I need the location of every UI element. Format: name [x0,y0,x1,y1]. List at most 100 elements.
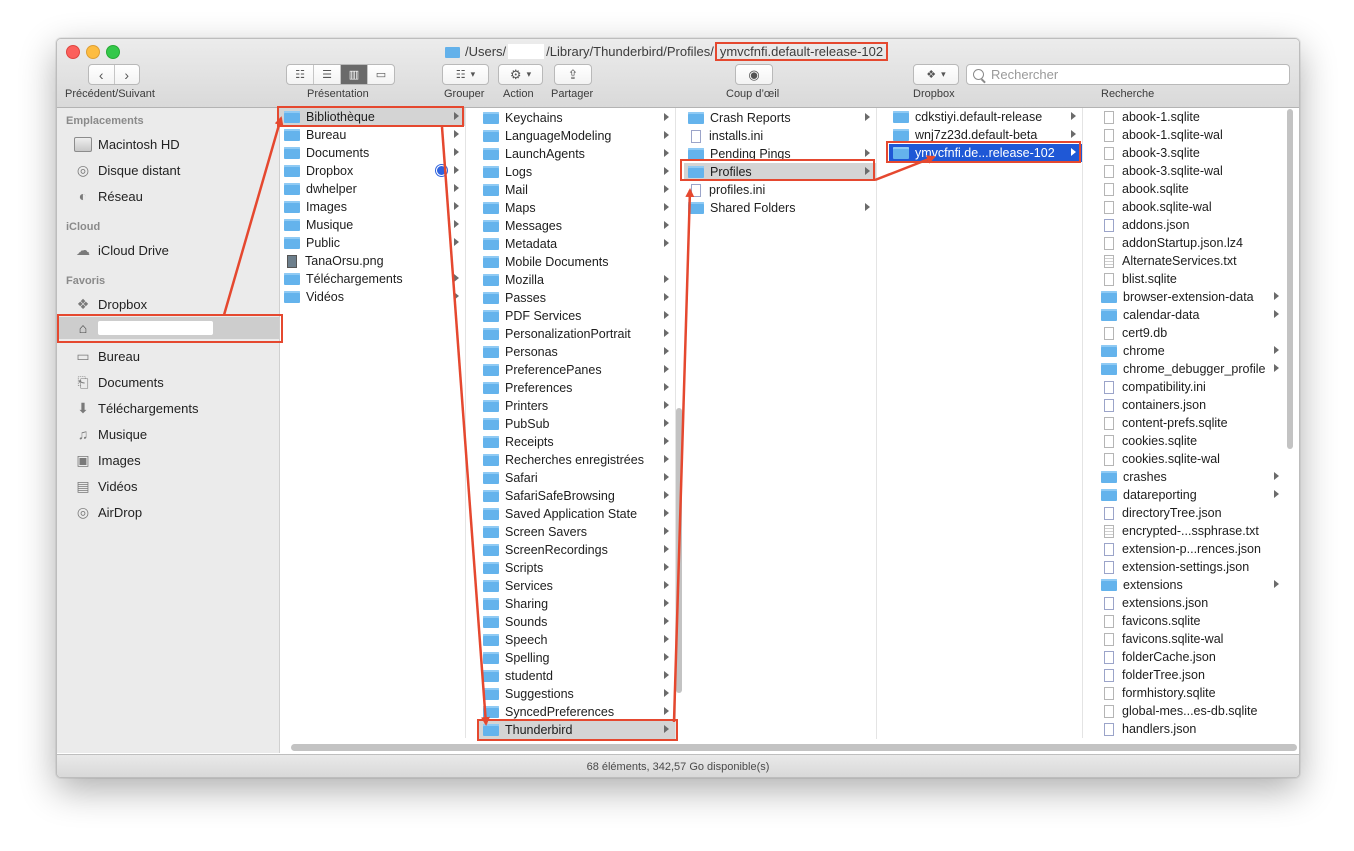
list-item[interactable]: favicons.sqlite-wal [1097,630,1285,648]
list-item[interactable]: PubSub [479,415,675,433]
column-scrollbar[interactable] [676,408,682,693]
horizontal-scrollbar[interactable] [291,744,1297,751]
dropbox-button[interactable]: ❖ ▾ [913,64,959,85]
list-item[interactable]: SafariSafeBrowsing [479,487,675,505]
chevron-right-icon[interactable]: › [115,65,140,84]
list-item[interactable]: Documents [280,144,465,162]
list-item[interactable]: Maps [479,199,675,217]
list-item[interactable]: favicons.sqlite [1097,612,1285,630]
list-item[interactable]: extensions [1097,576,1285,594]
list-item[interactable]: Metadata [479,235,675,253]
sidebar-item-remote-disc[interactable]: ◎ Disque distant [57,159,279,181]
list-item[interactable]: dwhelper [280,180,465,198]
list-item[interactable]: encrypted-...ssphrase.txt [1097,522,1285,540]
list-item[interactable]: Recherches enregistrées [479,451,675,469]
list-item[interactable]: Sharing [479,595,675,613]
sidebar-item-downloads[interactable]: ⬇ Téléchargements [57,397,279,419]
list-item[interactable]: handlers.json [1097,720,1285,738]
list-item[interactable]: cookies.sqlite [1097,432,1285,450]
list-view-icon[interactable]: ☰ [314,65,341,84]
list-item[interactable]: Mail [479,181,675,199]
list-item[interactable]: PersonalizationPortrait [479,325,675,343]
zoom-window-button[interactable] [106,45,120,59]
sidebar-item-images[interactable]: ▣ Images [57,449,279,471]
group-button[interactable]: ☷ ▾ [442,64,489,85]
list-item[interactable]: extension-p...rences.json [1097,540,1285,558]
list-item[interactable]: Screen Savers [479,523,675,541]
list-item[interactable]: Preferences [479,379,675,397]
close-window-button[interactable] [66,45,80,59]
column-scrollbar[interactable] [1287,109,1293,449]
sidebar-item-icloud-drive[interactable]: ☁ iCloud Drive [57,239,279,261]
list-item[interactable]: abook.sqlite [1097,180,1285,198]
list-item[interactable]: datareporting [1097,486,1285,504]
list-item[interactable]: Logs [479,163,675,181]
list-item[interactable]: Mobile Documents [479,253,675,271]
list-item[interactable]: Saved Application State [479,505,675,523]
sidebar-item-network[interactable]: ◐ Réseau [57,185,279,207]
list-item[interactable]: Images [280,198,465,216]
list-item[interactable]: addonStartup.json.lz4 [1097,234,1285,252]
list-item[interactable]: Personas [479,343,675,361]
list-item[interactable]: cookies.sqlite-wal [1097,450,1285,468]
list-item[interactable]: extensions.json [1097,594,1285,612]
list-item[interactable]: chrome_debugger_profile [1097,360,1285,378]
list-item[interactable]: Bureau [280,126,465,144]
list-item[interactable]: addons.json [1097,216,1285,234]
action-button[interactable]: ⚙ ▾ [498,64,543,85]
search-field[interactable]: Rechercher [966,64,1290,85]
gallery-view-icon[interactable]: ▭ [368,65,394,84]
list-item[interactable]: Passes [479,289,675,307]
sidebar-item-dropbox[interactable]: ❖ Dropbox [57,293,279,315]
list-item[interactable]: Speech [479,631,675,649]
list-item[interactable]: browser-extension-data [1097,288,1285,306]
list-item[interactable]: blist.sqlite [1097,270,1285,288]
icon-view-icon[interactable]: ☷ [287,65,314,84]
list-item[interactable]: ScreenRecordings [479,541,675,559]
list-item[interactable]: Sounds [479,613,675,631]
list-item[interactable]: compatibility.ini [1097,378,1285,396]
sidebar-item-music[interactable]: ♫ Musique [57,423,279,445]
list-item[interactable]: Messages [479,217,675,235]
list-item[interactable]: Scripts [479,559,675,577]
list-item[interactable]: LaunchAgents [479,145,675,163]
list-item[interactable]: Keychains [479,109,675,127]
list-item[interactable]: crashes [1097,468,1285,486]
list-item[interactable]: Musique [280,216,465,234]
list-item[interactable]: Vidéos [280,288,465,306]
list-item[interactable]: Mozilla [479,271,675,289]
list-item[interactable]: LanguageModeling [479,127,675,145]
list-item[interactable]: Safari [479,469,675,487]
list-item[interactable]: directoryTree.json [1097,504,1285,522]
list-item[interactable]: PreferencePanes [479,361,675,379]
list-item[interactable]: folderCache.json [1097,648,1285,666]
chevron-left-icon[interactable]: ‹ [89,65,115,84]
list-item[interactable]: Spelling [479,649,675,667]
minimize-window-button[interactable] [86,45,100,59]
list-item[interactable]: abook-3.sqlite [1097,144,1285,162]
list-item[interactable]: folderTree.json [1097,666,1285,684]
share-button[interactable]: ⇪ [554,64,592,85]
list-item[interactable]: AlternateServices.txt [1097,252,1285,270]
sidebar-item-macintosh-hd[interactable]: Macintosh HD [57,133,279,155]
list-item[interactable]: Suggestions [479,685,675,703]
sidebar-item-airdrop[interactable]: ◎ AirDrop [57,501,279,523]
list-item[interactable]: cdkstiyi.default-release [889,108,1082,126]
list-item[interactable]: content-prefs.sqlite [1097,414,1285,432]
list-item[interactable]: calendar-data [1097,306,1285,324]
column-view-icon[interactable]: ▥ [341,65,368,84]
list-item[interactable]: profiles.ini [684,181,876,199]
sidebar-item-desktop[interactable]: ▭ Bureau [57,345,279,367]
list-item[interactable]: Crash Reports [684,109,876,127]
list-item[interactable]: studentd [479,667,675,685]
list-item[interactable]: formhistory.sqlite [1097,684,1285,702]
list-item[interactable]: cert9.db [1097,324,1285,342]
list-item[interactable]: PDF Services [479,307,675,325]
list-item[interactable]: installs.ini [684,127,876,145]
list-item[interactable]: abook.sqlite-wal [1097,198,1285,216]
list-item[interactable]: extension-settings.json [1097,558,1285,576]
list-item[interactable]: Shared Folders [684,199,876,217]
list-item[interactable]: abook-1.sqlite-wal [1097,126,1285,144]
list-item[interactable]: TanaOrsu.png [280,252,465,270]
sidebar-item-videos[interactable]: ▤ Vidéos [57,475,279,497]
